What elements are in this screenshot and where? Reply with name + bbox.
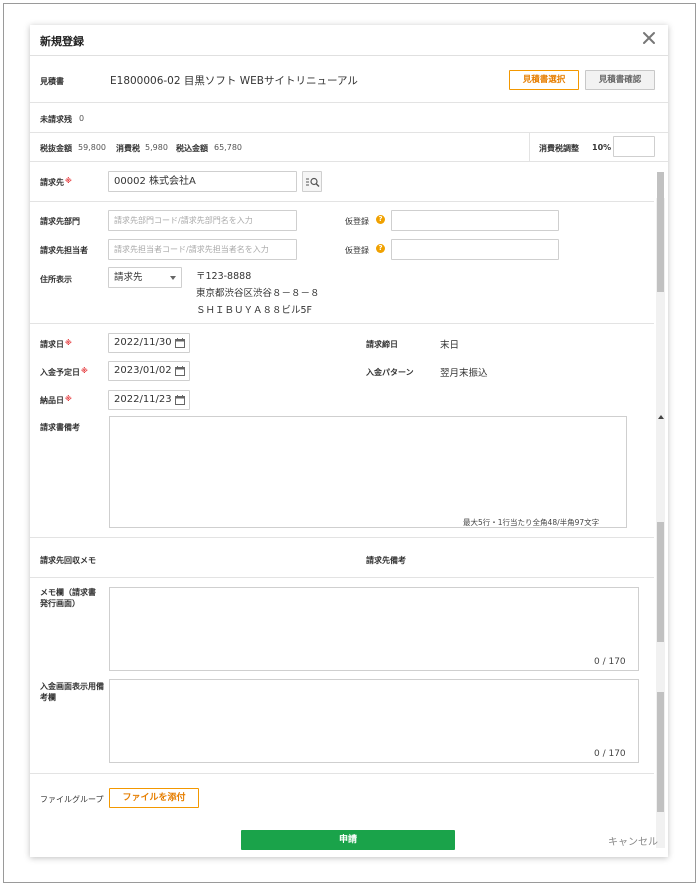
tax-label: 消費税 xyxy=(116,144,140,153)
file-group-label: ファイルグループ xyxy=(40,795,104,804)
unbilled-label: 未請求残 xyxy=(40,115,72,124)
scrollbar-thumb[interactable] xyxy=(657,522,664,642)
delivery-date-value: 2022/11/23 xyxy=(114,394,172,405)
client-search-button[interactable] xyxy=(302,171,322,192)
calendar-icon[interactable] xyxy=(175,338,185,348)
collection-memo-label: 請求先回収メモ xyxy=(40,556,96,565)
calendar-icon[interactable] xyxy=(175,395,185,405)
help-icon[interactable]: ? xyxy=(376,244,385,253)
payment-date-value: 2023/01/02 xyxy=(114,365,172,376)
dept-temp-input[interactable] xyxy=(391,210,559,231)
tax-adjust-input[interactable] xyxy=(613,136,655,157)
memo-textarea[interactable] xyxy=(109,587,639,671)
payment-remarks-label: 入金画面表示用備考欄 xyxy=(40,682,104,702)
estimate-label: 見積書 xyxy=(40,77,64,86)
divider xyxy=(30,537,654,538)
delivery-date-label: 納品日※ xyxy=(40,395,72,405)
invoice-date-input[interactable]: 2022/11/30 xyxy=(108,333,190,353)
address-select-value: 請求先 xyxy=(114,272,143,283)
pretax-value: 59,800 xyxy=(78,143,106,152)
scroll-up-arrow-icon[interactable] xyxy=(658,415,664,419)
memo-label: メモ欄（請求書発行画面） xyxy=(40,588,96,608)
invoice-remarks-textarea[interactable] xyxy=(109,416,627,528)
divider xyxy=(30,323,654,324)
payment-date-input[interactable]: 2023/01/02 xyxy=(108,361,190,381)
total-value: 65,780 xyxy=(214,143,242,152)
client-remarks-label: 請求先備考 xyxy=(366,556,406,565)
list-search-icon xyxy=(306,177,320,187)
delivery-date-input[interactable]: 2022/11/23 xyxy=(108,390,190,410)
dept-label: 請求先部門 xyxy=(40,217,80,226)
scrollbar-thumb[interactable] xyxy=(657,172,664,292)
new-registration-dialog: 新規登録 見積書 E1800006-02 目黒ソフト WEBサイトリニューアル … xyxy=(30,25,668,857)
payment-pattern-value: 翌月末振込 xyxy=(440,368,488,379)
divider xyxy=(30,132,668,133)
tax-adjust-label: 消費税調整 xyxy=(539,144,579,153)
close-icon[interactable] xyxy=(642,31,656,45)
divider xyxy=(30,201,654,202)
address-line: ＳＨＩＢＵＹＡ８８ビル5F xyxy=(196,305,313,316)
payment-pattern-label: 入金パターン xyxy=(366,368,414,377)
address-select[interactable]: 請求先 xyxy=(108,267,182,288)
help-icon[interactable]: ? xyxy=(376,215,385,224)
address-line: 〒123-8888 xyxy=(196,271,252,282)
client-input[interactable]: 00002 株式会社A xyxy=(108,171,297,192)
caret-down-icon xyxy=(170,276,176,280)
confirm-estimate-button[interactable]: 見積書確認 xyxy=(585,70,655,90)
payment-remarks-counter: 0 / 170 xyxy=(594,749,626,759)
divider xyxy=(30,773,654,774)
divider xyxy=(30,161,668,162)
invoice-date-value: 2022/11/30 xyxy=(114,337,172,348)
divider xyxy=(30,577,654,578)
tax-value: 5,980 xyxy=(145,143,168,152)
unbilled-value: 0 xyxy=(79,114,85,123)
invoice-remarks-label: 請求書備考 xyxy=(40,423,80,432)
submit-button[interactable]: 申請 xyxy=(241,830,455,850)
temp-registration-label: 仮登録 xyxy=(345,246,369,255)
dialog-title: 新規登録 xyxy=(40,35,84,48)
closing-value: 末日 xyxy=(440,340,460,351)
person-label: 請求先担当者 xyxy=(40,246,88,255)
dialog-header: 新規登録 xyxy=(30,25,668,56)
invoice-date-label: 請求日※ xyxy=(40,339,72,349)
memo-counter: 0 / 170 xyxy=(594,657,626,667)
temp-registration-label: 仮登録 xyxy=(345,217,369,226)
client-label: 請求先※ xyxy=(40,177,72,187)
invoice-remarks-hint: 最大5行・1行当たり全角48/半角97文字 xyxy=(463,518,600,527)
estimate-value: E1800006-02 目黒ソフト WEBサイトリニューアル xyxy=(110,75,358,87)
total-label: 税込金額 xyxy=(176,144,208,153)
attach-file-button[interactable]: ファイルを添付 xyxy=(109,788,199,808)
person-temp-input[interactable] xyxy=(391,239,559,260)
payment-remarks-textarea[interactable] xyxy=(109,679,639,763)
pretax-label: 税抜金額 xyxy=(40,144,72,153)
divider xyxy=(529,132,530,161)
person-input[interactable]: 請求先担当者コード/請求先担当者名を入力 xyxy=(108,239,297,260)
cancel-button[interactable]: キャンセル xyxy=(608,833,658,848)
closing-label: 請求締日 xyxy=(366,340,398,349)
divider xyxy=(30,102,668,103)
payment-date-label: 入金予定日※ xyxy=(40,367,88,377)
tax-rate: 10% xyxy=(592,143,612,152)
dept-input[interactable]: 請求先部門コード/請求先部門名を入力 xyxy=(108,210,297,231)
select-estimate-button[interactable]: 見積書選択 xyxy=(509,70,579,90)
address-line: 東京都渋谷区渋谷８－８－８ xyxy=(196,288,320,299)
calendar-icon[interactable] xyxy=(175,366,185,376)
address-label: 住所表示 xyxy=(40,275,72,284)
scrollbar-thumb[interactable] xyxy=(657,692,664,812)
